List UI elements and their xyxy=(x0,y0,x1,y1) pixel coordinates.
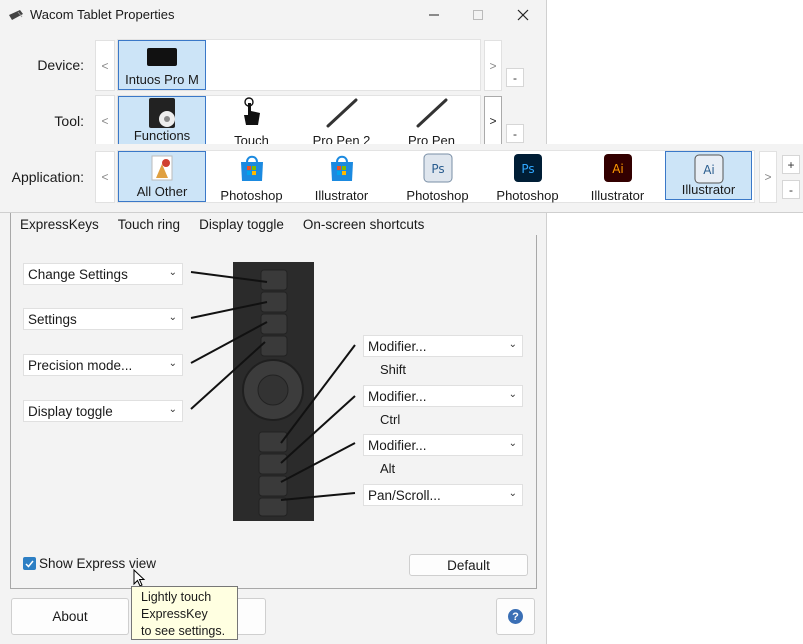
dropdown-value: Modifier... xyxy=(368,438,427,453)
application-remove-button[interactable]: - xyxy=(782,180,800,199)
microsoft-store-icon xyxy=(240,155,263,181)
application-prev-button[interactable]: < xyxy=(95,151,115,203)
app-item-photoshop-legacy[interactable]: Ps Photoshop xyxy=(394,151,481,205)
expresskey-8-dropdown[interactable]: Pan/Scroll... ⌄ xyxy=(363,484,523,506)
help-icon: ? xyxy=(508,609,523,624)
app-item-label: Photoshop xyxy=(406,188,469,203)
dropdown-value: Pan/Scroll... xyxy=(368,488,441,503)
properties-window: Wacom Tablet Properties Device: < Intuos… xyxy=(0,0,547,644)
expresskey-7-sublabel: Alt xyxy=(380,461,396,476)
expresskey-5-dropdown[interactable]: Modifier... ⌄ xyxy=(363,335,523,357)
show-express-view-checkbox[interactable] xyxy=(23,557,36,570)
app-item-label: Illustrator xyxy=(314,188,369,203)
tooltip-line: to see settings. xyxy=(141,624,226,638)
svg-text:Ps: Ps xyxy=(521,162,534,176)
dropdown-value: Modifier... xyxy=(368,339,427,354)
expresskeys-diagram xyxy=(190,262,356,521)
app-item-label: Photoshop xyxy=(220,188,283,203)
chevron-down-icon: ⌄ xyxy=(508,339,517,350)
app-item-illustrator[interactable]: Ai Illustrator xyxy=(574,151,661,205)
chevron-down-icon: ⌄ xyxy=(508,389,517,400)
all-applications-icon xyxy=(151,155,173,181)
photoshop-icon: Ps xyxy=(513,154,542,182)
application-next-button[interactable]: > xyxy=(759,151,777,203)
expresskey-tooltip: Lightly touch ExpressKey to see settings… xyxy=(131,586,238,640)
about-button[interactable]: About xyxy=(11,598,129,635)
application-add-button[interactable]: + xyxy=(782,155,800,174)
svg-text:Ps: Ps xyxy=(431,162,444,176)
chevron-down-icon: ⌄ xyxy=(508,438,517,449)
app-item-label: Photoshop xyxy=(496,188,559,203)
tooltip-line: ExpressKey xyxy=(141,607,208,621)
checkmark-icon xyxy=(25,560,34,568)
dropdown-value: Modifier... xyxy=(368,389,427,404)
illustrator-icon: Ai xyxy=(694,154,723,184)
app-item-illustrator-selected[interactable]: Ai Illustrator xyxy=(665,151,752,200)
photoshop-icon: Ps xyxy=(423,153,452,183)
app-item-label: Illustrator xyxy=(590,188,645,203)
chevron-down-icon: ⌄ xyxy=(508,488,517,499)
illustrator-icon: Ai xyxy=(603,154,632,182)
default-button[interactable]: Default xyxy=(409,554,528,576)
app-item-photoshop-store[interactable]: Photoshop xyxy=(208,151,295,205)
application-label: Application: xyxy=(11,169,84,185)
expresskey-7-dropdown[interactable]: Modifier... ⌄ xyxy=(363,434,523,456)
app-item-label: All Other xyxy=(136,184,188,199)
application-list: All Other Photoshop Illustrator Ps Photo… xyxy=(117,150,755,203)
help-button[interactable]: ? xyxy=(496,598,535,635)
svg-text:Ai: Ai xyxy=(612,162,624,176)
expresskey-6-sublabel: Ctrl xyxy=(380,412,401,427)
tooltip-line: Lightly touch xyxy=(141,590,212,604)
svg-text:Ai: Ai xyxy=(703,163,715,177)
expresskey-6-dropdown[interactable]: Modifier... ⌄ xyxy=(363,385,523,407)
expresskey-5-sublabel: Shift xyxy=(380,362,407,377)
app-item-illustrator-store[interactable]: Illustrator xyxy=(298,151,385,205)
app-item-photoshop[interactable]: Ps Photoshop xyxy=(484,151,571,205)
microsoft-store-icon xyxy=(330,155,353,181)
app-item-all-other[interactable]: All Other xyxy=(118,151,206,202)
app-item-label: Illustrator xyxy=(681,182,736,197)
